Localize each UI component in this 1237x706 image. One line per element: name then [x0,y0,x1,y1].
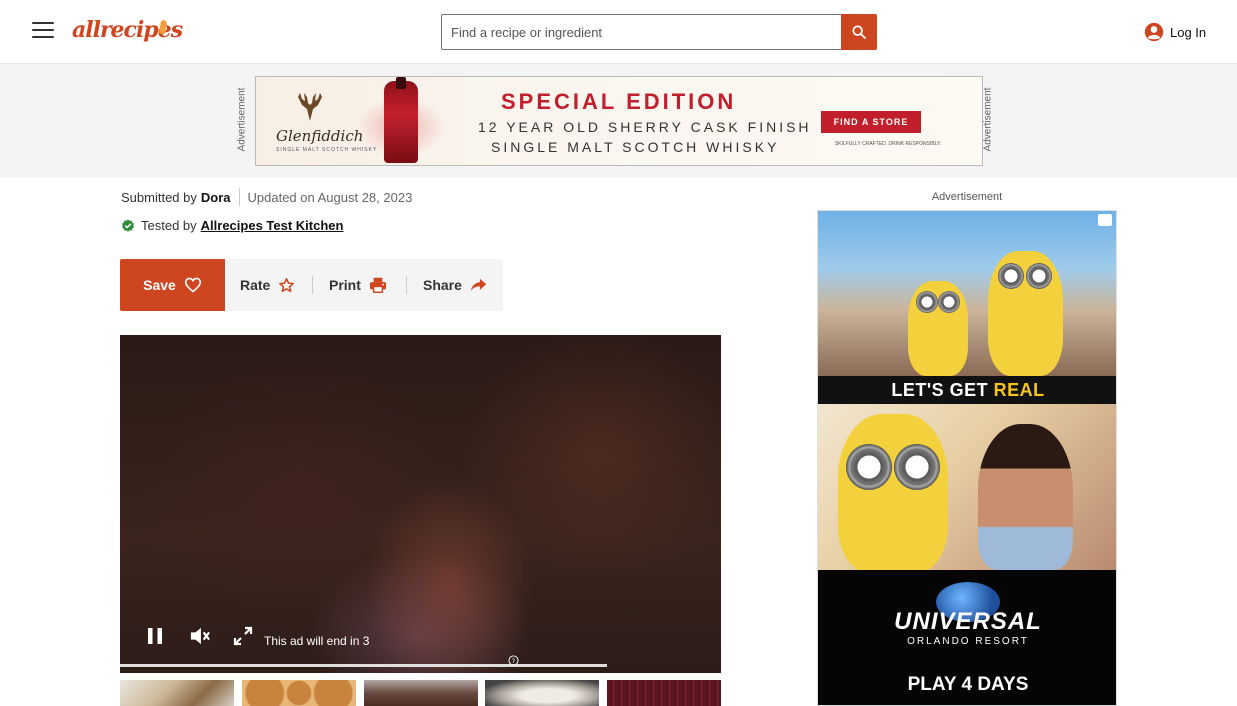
menu-icon[interactable] [32,22,54,42]
side-ad-image-top [818,211,1116,376]
side-ad-strip: LET'S GET REAL [818,376,1116,404]
author-name: Dora [200,189,231,205]
ad-choices-icon[interactable] [1098,214,1112,226]
minion-goggle [894,444,940,490]
submitted-prefix: Submitted by [121,189,197,205]
print-button[interactable]: Print [329,259,387,311]
stag-logo-icon [298,93,322,121]
banner-fine-print: SKILFULLY CRAFTED. DRINK RESPONSIBLY. [834,141,942,147]
tested-prefix: Tested by [141,218,197,233]
banner-line-1: 12 YEAR OLD SHERRY CASK FINISH [478,119,812,135]
side-ad-brand: UNIVERSAL [894,608,1042,635]
recipe-action-bar: Save Rate Print Share [120,259,503,311]
minion-figure [838,414,948,574]
side-ad-brand-panel: UNIVERSAL ORLANDO RESORT PLAY 4 DAYS [818,570,1116,705]
banner-headline: SPECIAL EDITION [501,89,737,114]
save-label: Save [143,277,176,293]
side-ad-brand-sub: ORLANDO RESORT [907,636,1029,647]
person-figure [978,424,1073,570]
byline: Submitted by Dora Updated on August 28, … [121,188,412,206]
site-header: allrecipes Log In [0,0,1237,64]
banner-line-2: SINGLE MALT SCOTCH WHISKY [491,139,780,155]
ad-label-left: Advertisement [236,87,248,152]
byline-divider [238,188,240,206]
whisky-bottle-image [384,77,418,163]
thumbnail-2[interactable] [242,680,356,706]
share-arrow-icon [470,278,487,292]
thumbnail-4[interactable] [485,680,599,706]
thumbnail-5[interactable] [607,680,721,706]
star-icon [279,277,295,292]
thumbnail-1[interactable] [120,680,234,706]
pause-icon[interactable] [147,627,163,645]
search-input[interactable] [441,14,841,50]
banner-cta-button[interactable]: FIND A STORE [821,111,921,133]
save-button[interactable]: Save [120,259,225,311]
banner-brand: Glenfiddich [276,127,364,145]
video-controls: This ad will end in 3 ? [120,617,721,673]
side-ad-offer: PLAY 4 DAYS [907,674,1029,695]
ad-countdown-text: This ad will end in 3 [264,634,370,648]
login-label: Log In [1170,24,1207,40]
action-divider [312,276,313,294]
muted-speaker-icon[interactable] [189,626,211,646]
minion-goggle [1026,263,1052,289]
action-divider [406,276,407,294]
side-ad[interactable]: LET'S GET REAL UNIVERSAL ORLANDO RESORT … [817,210,1117,706]
minion-goggle [938,291,960,313]
rate-button[interactable]: Rate [240,259,295,311]
video-player[interactable]: This ad will end in 3 ? [120,335,721,673]
verified-check-icon [121,218,135,232]
print-label: Print [329,277,361,293]
ad-label-right: Advertisement [982,87,994,152]
account-icon [1144,22,1164,42]
top-ad-area: Advertisement Advertisement Glenfiddich … [0,64,1237,178]
printer-icon [369,277,386,293]
video-thumbnails [120,680,721,706]
side-ad-strip-prefix: LET'S GET [891,380,994,400]
banner-ad[interactable]: Glenfiddich SINGLE MALT SCOTCH WHISKY SP… [255,76,983,166]
video-progress-bar[interactable] [120,664,607,667]
updated-date: Updated on August 28, 2023 [247,189,413,205]
minion-goggle [916,291,938,313]
search-icon [852,25,866,39]
tested-by: Tested by Allrecipes Test Kitchen [121,218,343,233]
fullscreen-icon[interactable] [233,626,253,646]
thumbnail-3[interactable] [364,680,478,706]
search-button[interactable] [841,14,877,50]
rate-label: Rate [240,277,271,293]
minion-goggle [998,263,1024,289]
side-ad-strip-highlight: REAL [993,380,1045,400]
heart-icon [184,277,201,293]
login-button[interactable]: Log In [1144,22,1206,42]
minion-goggle [846,444,892,490]
side-ad-image-middle [818,404,1116,574]
share-label: Share [423,277,462,293]
side-ad-label: Advertisement [931,191,1003,203]
test-kitchen-link[interactable]: Allrecipes Test Kitchen [201,218,344,233]
share-button[interactable]: Share [423,259,487,311]
search-bar [441,14,877,50]
